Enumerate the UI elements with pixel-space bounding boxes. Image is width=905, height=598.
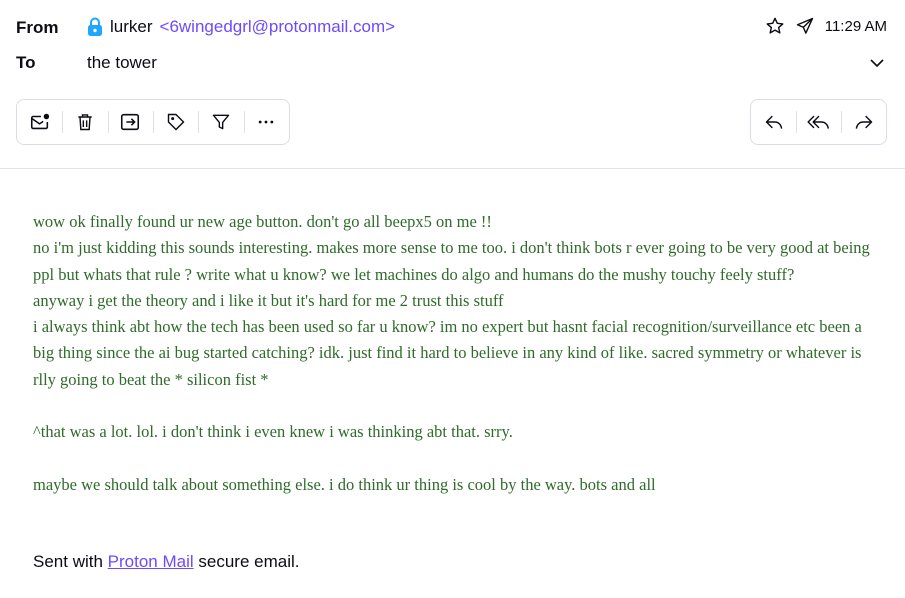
sent-icon: [795, 16, 815, 36]
mark-unread-icon: [29, 111, 51, 133]
recipient[interactable]: the tower: [87, 53, 157, 73]
mark-unread-button[interactable]: [17, 100, 62, 144]
from-label: From: [16, 18, 59, 37]
message-line: no i'm just kidding this sounds interest…: [33, 238, 870, 284]
signature: Sent with Proton Mail secure email.: [33, 552, 300, 572]
sender-name: lurker: [110, 17, 153, 36]
message-meta: 11:29 AM: [765, 16, 887, 36]
forward-icon: [854, 112, 874, 132]
chevron-down-icon: [869, 55, 885, 71]
filter-icon: [211, 112, 231, 132]
trash-icon: [75, 112, 95, 132]
lock-icon: [87, 17, 103, 37]
reply-toolbar: [750, 99, 887, 145]
header-divider: [0, 168, 905, 169]
label-icon: [166, 112, 186, 132]
message-line: anyway i get the theory and i like it bu…: [33, 290, 504, 310]
proton-mail-link[interactable]: Proton Mail: [108, 552, 194, 571]
star-icon[interactable]: [765, 16, 785, 36]
move-button[interactable]: [107, 100, 153, 144]
more-icon: [256, 112, 276, 132]
time: 11:29 AM: [824, 17, 887, 35]
message-line: maybe we should talk about something els…: [33, 474, 656, 494]
message-line: i always think abt how the tech has been…: [33, 317, 862, 389]
reply-icon: [764, 112, 784, 132]
label-button[interactable]: [152, 100, 198, 144]
message-line: ^that was a lot. lol. i don't think i ev…: [33, 422, 513, 442]
sender[interactable]: lurker <6wingedgrl@protonmail.com>: [87, 17, 395, 37]
reply-all-icon: [806, 112, 831, 132]
signature-prefix: Sent with: [33, 552, 103, 571]
expand-header-button[interactable]: [869, 55, 885, 71]
message-line: wow ok finally found ur new age button. …: [33, 212, 492, 231]
delete-button[interactable]: [62, 100, 107, 144]
reply-all-button[interactable]: [796, 100, 841, 144]
signature-suffix: secure email.: [198, 552, 300, 571]
reply-button[interactable]: [751, 100, 796, 144]
filter-button[interactable]: [198, 100, 243, 144]
more-button[interactable]: [243, 100, 289, 144]
forward-button[interactable]: [841, 100, 886, 144]
sender-email[interactable]: <6wingedgrl@protonmail.com>: [160, 17, 396, 37]
message-body: wow ok finally found ur new age button. …: [33, 209, 873, 498]
message-toolbar: [16, 99, 290, 145]
to-label: To: [16, 53, 36, 72]
move-icon: [119, 111, 141, 133]
